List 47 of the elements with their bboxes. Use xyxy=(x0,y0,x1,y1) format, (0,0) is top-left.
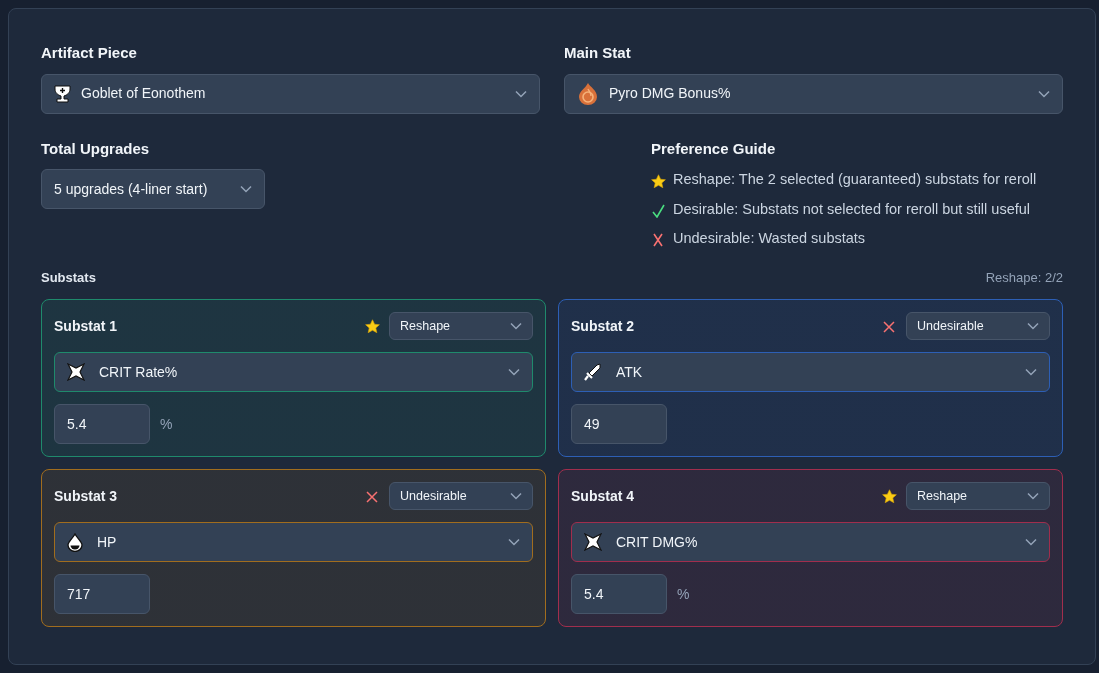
chevron-icon xyxy=(1027,492,1039,500)
guide-text: Desirable: Substats not selected for reroll but still useful xyxy=(673,199,1031,219)
field-label: Artifact Piece xyxy=(41,43,138,63)
chevron-icon xyxy=(1038,89,1050,98)
substat-title: Substat 4 xyxy=(571,486,634,506)
field-label: Total Upgrades xyxy=(41,138,151,159)
chevron-icon xyxy=(1027,322,1039,330)
reshape-counter: Reshape: 2/2 xyxy=(985,268,1063,287)
preference-select[interactable]: Undesirable xyxy=(389,482,533,510)
value-input[interactable]: 5.4 xyxy=(571,574,667,614)
preference-select[interactable]: Undesirable xyxy=(906,312,1050,340)
guide-text: Undesirable: Wasted substats xyxy=(673,229,866,249)
chevron-icon xyxy=(508,538,520,546)
sparkle-icon xyxy=(584,533,602,551)
drop-icon xyxy=(67,532,83,552)
chevron-icon xyxy=(510,322,522,330)
unit-label: % xyxy=(160,414,173,434)
guide-text: Reshape: The 2 selected (guaranteed) substats for reroll xyxy=(673,170,1037,190)
guide-title: Preference Guide xyxy=(651,138,777,159)
value-input[interactable]: 717 xyxy=(54,574,150,614)
value-input[interactable]: 5.4 xyxy=(54,404,150,444)
preference-select[interactable]: Reshape xyxy=(389,312,533,340)
unit-label: % xyxy=(677,584,690,604)
substat-title: Substat 2 xyxy=(571,316,634,336)
chevron-icon xyxy=(240,185,252,193)
chevron-icon xyxy=(1025,368,1037,376)
sword-icon xyxy=(584,363,602,381)
stat-select[interactable]: HP xyxy=(54,522,533,562)
upgrades-select[interactable]: 5 upgrades (4-liner start) xyxy=(41,169,265,209)
chevron-icon xyxy=(508,368,520,376)
flame-icon xyxy=(577,81,599,106)
preference-select[interactable]: Reshape xyxy=(906,482,1050,510)
main-stat-select[interactable]: Pyro DMG Bonus% xyxy=(564,73,1063,114)
substat-title: Substat 3 xyxy=(54,486,117,506)
chevron-icon xyxy=(510,492,522,500)
goblet-icon xyxy=(54,84,71,103)
field-label: Main Stat xyxy=(564,43,632,63)
substat-title: Substat 1 xyxy=(54,316,117,336)
chevron-icon xyxy=(1025,538,1037,546)
sparkle-icon xyxy=(67,363,85,381)
artifact-select[interactable]: Goblet of Eonothem xyxy=(41,73,540,114)
stat-select[interactable]: CRIT DMG% xyxy=(571,522,1050,562)
value-input[interactable]: 49 xyxy=(571,404,667,444)
stat-select[interactable]: CRIT Rate% xyxy=(54,352,533,392)
section-title: Substats xyxy=(41,268,96,287)
chevron-icon xyxy=(515,89,527,98)
stat-select[interactable]: ATK xyxy=(571,352,1050,392)
